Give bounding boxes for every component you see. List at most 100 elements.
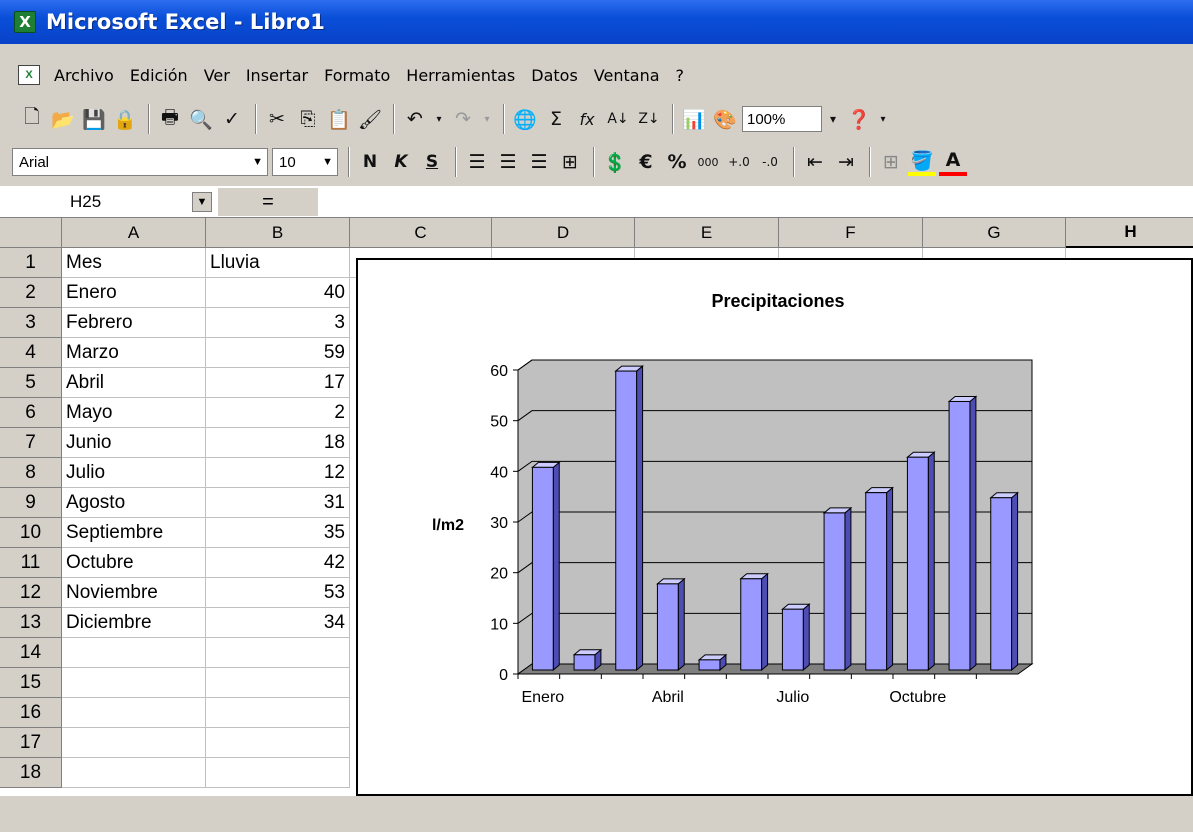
- decrease-decimal-icon[interactable]: -.0: [756, 148, 784, 176]
- column-header-b[interactable]: B: [206, 218, 350, 248]
- menu-archivo[interactable]: Archivo: [54, 66, 114, 85]
- row-header-14[interactable]: 14: [0, 638, 62, 668]
- cell-a3[interactable]: Febrero: [62, 308, 206, 338]
- chevron-down-icon[interactable]: ▼: [192, 191, 212, 212]
- excel-icon[interactable]: X: [14, 11, 36, 33]
- cell-b6[interactable]: 2: [206, 398, 350, 428]
- copy-icon[interactable]: ⎘: [294, 105, 322, 133]
- row-header-6[interactable]: 6: [0, 398, 62, 428]
- row-header-15[interactable]: 15: [0, 668, 62, 698]
- spelling-icon[interactable]: ✓: [218, 105, 246, 133]
- cell-a6[interactable]: Mayo: [62, 398, 206, 428]
- decrease-indent-icon[interactable]: ⇤: [801, 148, 829, 176]
- cell-b3[interactable]: 3: [206, 308, 350, 338]
- row-header-3[interactable]: 3: [0, 308, 62, 338]
- chevron-down-icon[interactable]: ▼: [322, 156, 333, 168]
- row-header-11[interactable]: 11: [0, 548, 62, 578]
- thousands-button[interactable]: 000: [694, 148, 722, 176]
- redo-icon[interactable]: ↷: [449, 105, 477, 133]
- cell-a9[interactable]: Agosto: [62, 488, 206, 518]
- name-box[interactable]: H25 ▼: [12, 188, 218, 216]
- function-icon[interactable]: fx: [573, 105, 601, 133]
- column-header-e[interactable]: E: [635, 218, 779, 248]
- currency-icon[interactable]: 💲: [601, 148, 629, 176]
- cell-b8[interactable]: 12: [206, 458, 350, 488]
- row-header-10[interactable]: 10: [0, 518, 62, 548]
- menu-ayuda[interactable]: ?: [676, 66, 685, 85]
- workbook-icon[interactable]: X: [18, 65, 40, 85]
- fill-color-icon[interactable]: 🪣: [908, 148, 936, 176]
- cell-a1[interactable]: Mes: [62, 248, 206, 278]
- cell-b9[interactable]: 31: [206, 488, 350, 518]
- drawing-icon[interactable]: 🎨: [711, 105, 739, 133]
- open-folder-icon[interactable]: 📂: [49, 105, 77, 133]
- increase-indent-icon[interactable]: ⇥: [832, 148, 860, 176]
- column-header-d[interactable]: D: [492, 218, 635, 248]
- row-header-8[interactable]: 8: [0, 458, 62, 488]
- cell-a10[interactable]: Septiembre: [62, 518, 206, 548]
- cell-a11[interactable]: Octubre: [62, 548, 206, 578]
- formula-equals-button[interactable]: =: [218, 187, 318, 216]
- cell-b7[interactable]: 18: [206, 428, 350, 458]
- cell-b18[interactable]: [206, 758, 350, 788]
- zoom-dropdown-icon[interactable]: ▾: [824, 105, 842, 133]
- cell-a14[interactable]: [62, 638, 206, 668]
- menu-ventana[interactable]: Ventana: [594, 66, 660, 85]
- help-icon[interactable]: ❓: [845, 105, 873, 133]
- menu-herramientas[interactable]: Herramientas: [406, 66, 515, 85]
- bold-button[interactable]: N: [356, 148, 384, 176]
- corner-select-all[interactable]: [0, 218, 62, 248]
- undo-icon[interactable]: ↶: [401, 105, 429, 133]
- cell-b1[interactable]: Lluvia: [206, 248, 350, 278]
- save-icon[interactable]: 💾: [80, 105, 108, 133]
- cut-icon[interactable]: ✂: [263, 105, 291, 133]
- column-header-f[interactable]: F: [779, 218, 923, 248]
- row-header-1[interactable]: 1: [0, 248, 62, 278]
- cell-b11[interactable]: 42: [206, 548, 350, 578]
- cell-a2[interactable]: Enero: [62, 278, 206, 308]
- toolbar-options-icon[interactable]: ▾: [876, 105, 890, 133]
- new-file-icon[interactable]: 🗋: [18, 105, 46, 133]
- cell-b5[interactable]: 17: [206, 368, 350, 398]
- cell-b10[interactable]: 35: [206, 518, 350, 548]
- menu-ver[interactable]: Ver: [204, 66, 230, 85]
- print-icon[interactable]: 🖶: [156, 105, 184, 133]
- cell-a5[interactable]: Abril: [62, 368, 206, 398]
- print-preview-icon[interactable]: 🔍: [187, 105, 215, 133]
- row-header-5[interactable]: 5: [0, 368, 62, 398]
- align-right-icon[interactable]: ☰: [525, 148, 553, 176]
- menu-formato[interactable]: Formato: [324, 66, 390, 85]
- italic-button[interactable]: K: [387, 148, 415, 176]
- cell-b13[interactable]: 34: [206, 608, 350, 638]
- chart-wizard-icon[interactable]: 📊: [680, 105, 708, 133]
- underline-button[interactable]: S: [418, 148, 446, 176]
- font-size-select[interactable]: 10 ▼: [272, 148, 338, 176]
- permission-icon[interactable]: 🔒: [111, 105, 139, 133]
- cell-a16[interactable]: [62, 698, 206, 728]
- column-header-g[interactable]: G: [923, 218, 1066, 248]
- sort-ascending-icon[interactable]: A↓: [604, 105, 632, 133]
- cell-a18[interactable]: [62, 758, 206, 788]
- row-header-9[interactable]: 9: [0, 488, 62, 518]
- chevron-down-icon[interactable]: ▼: [252, 156, 263, 168]
- row-header-7[interactable]: 7: [0, 428, 62, 458]
- row-header-12[interactable]: 12: [0, 578, 62, 608]
- menu-datos[interactable]: Datos: [531, 66, 578, 85]
- menu-insertar[interactable]: Insertar: [246, 66, 308, 85]
- cell-b4[interactable]: 59: [206, 338, 350, 368]
- font-color-icon[interactable]: A: [939, 148, 967, 176]
- merge-center-icon[interactable]: ⊞: [556, 148, 584, 176]
- row-header-18[interactable]: 18: [0, 758, 62, 788]
- menu-edicion[interactable]: Edición: [130, 66, 188, 85]
- paste-icon[interactable]: 📋: [325, 105, 353, 133]
- row-header-17[interactable]: 17: [0, 728, 62, 758]
- align-left-icon[interactable]: ☰: [463, 148, 491, 176]
- borders-icon[interactable]: ⊞: [877, 148, 905, 176]
- column-header-c[interactable]: C: [350, 218, 492, 248]
- format-painter-icon[interactable]: 🖌: [356, 105, 384, 133]
- cell-b14[interactable]: [206, 638, 350, 668]
- row-header-4[interactable]: 4: [0, 338, 62, 368]
- hyperlink-icon[interactable]: 🌐: [511, 105, 539, 133]
- cell-a17[interactable]: [62, 728, 206, 758]
- autosum-icon[interactable]: Σ: [542, 105, 570, 133]
